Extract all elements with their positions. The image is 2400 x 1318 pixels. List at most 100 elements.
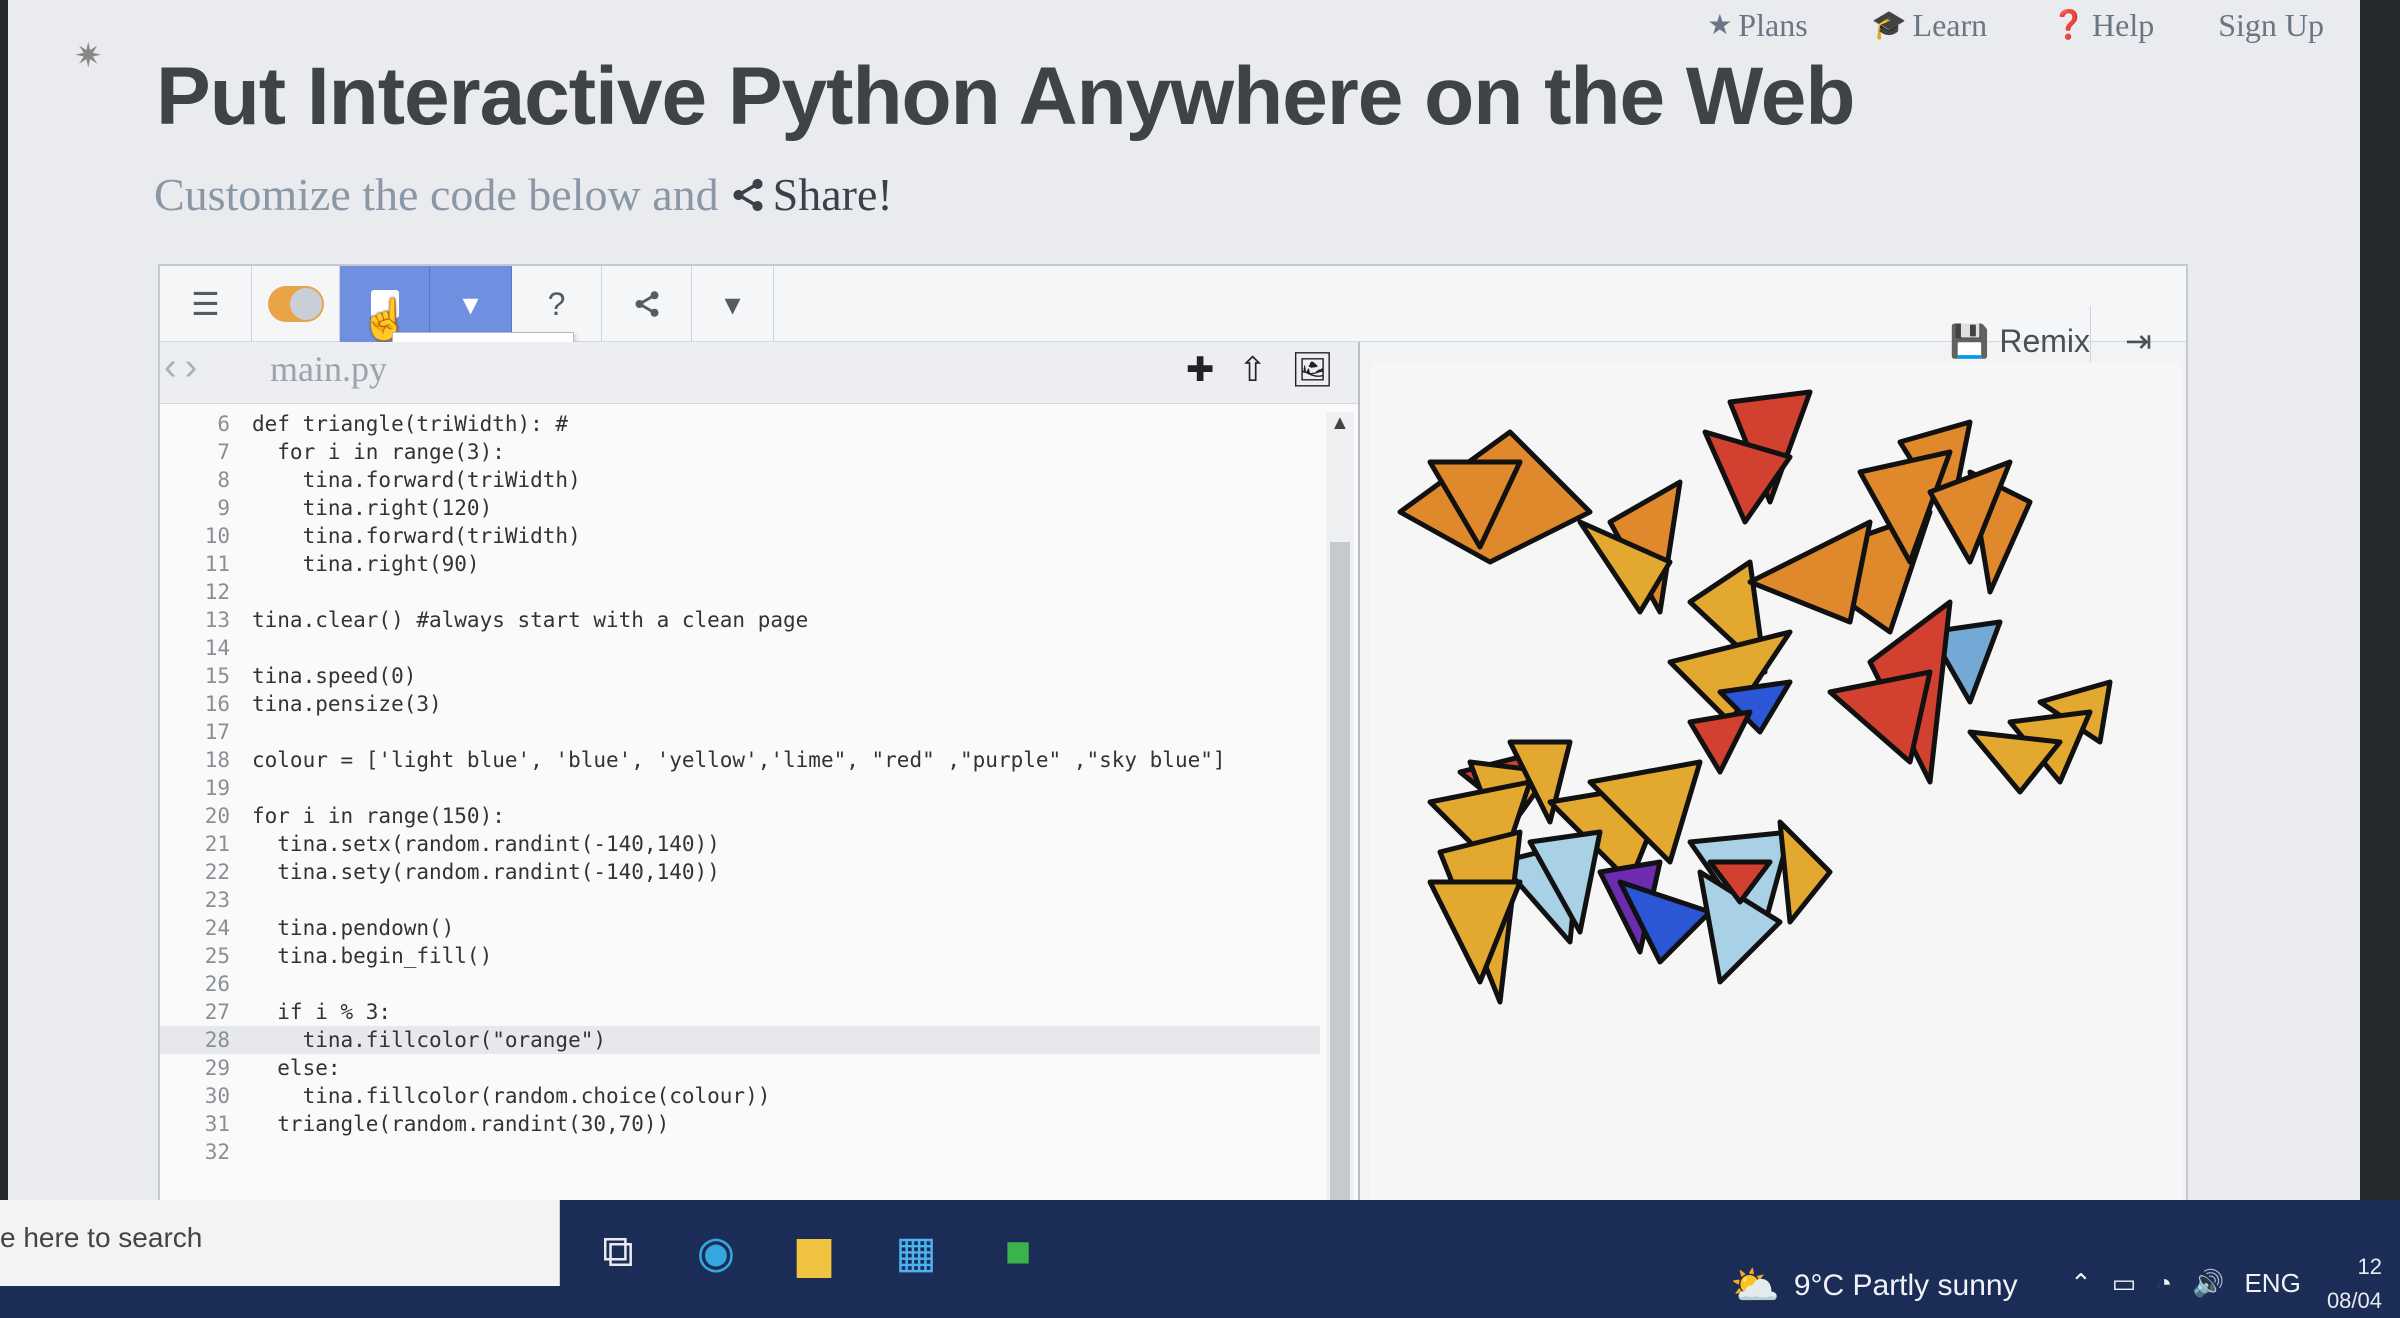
line-number: 28 — [204, 1028, 230, 1052]
nav-signup[interactable]: Sign Up — [2218, 7, 2324, 44]
line-number: 25 — [204, 944, 230, 968]
speaker-icon[interactable]: 🔊 — [2192, 1268, 2224, 1299]
clock-date: 08/04 — [2326, 1288, 2382, 1313]
weather-text: 9°C Partly sunny — [1793, 1268, 2018, 1302]
file-explorer-icon[interactable]: ▆ — [782, 1220, 846, 1284]
code-line[interactable]: 15 tina.speed(0) — [160, 662, 1320, 690]
line-source: tina.pensize(3) — [252, 692, 442, 716]
line-source: tina.right(120) — [252, 496, 493, 520]
line-number: 6 — [217, 412, 230, 436]
code-line[interactable]: 28 tina.fillcolor("orange") — [160, 1026, 1320, 1054]
code-line[interactable]: 23 — [160, 886, 1320, 914]
language-indicator[interactable]: ENG — [2244, 1268, 2300, 1299]
toggle-view-button[interactable] — [252, 266, 340, 342]
microsoft-store-icon[interactable]: ▦ — [884, 1220, 948, 1284]
turtle-output-canvas — [1370, 362, 2182, 1242]
page-title: Put Interactive Python Anywhere on the W… — [156, 51, 1855, 142]
code-line[interactable]: 10 tina.forward(triWidth) — [160, 522, 1320, 550]
code-scrollbar[interactable]: ▲ — [1326, 412, 1354, 1234]
file-tab-main[interactable]: main.py — [270, 348, 387, 390]
hamburger-icon: ☰ — [191, 286, 220, 322]
code-pane: ‹› main.py ✚ ⇧ 🖼 6 def triangle(triWidth)… — [160, 342, 1360, 1244]
code-line[interactable]: 8 tina.forward(triWidth) — [160, 466, 1320, 494]
code-line[interactable]: 26 — [160, 970, 1320, 998]
line-number: 7 — [217, 440, 230, 464]
wifi-icon[interactable]: ◔ — [2156, 1268, 2172, 1299]
code-line[interactable]: 7 for i in range(3): — [160, 438, 1320, 466]
line-source: tina.pendown() — [252, 916, 455, 940]
code-line[interactable]: 16 tina.pensize(3) — [160, 690, 1320, 718]
code-line[interactable]: 14 — [160, 634, 1320, 662]
line-number: 12 — [204, 580, 230, 604]
subtitle-text: Customize the code below and — [154, 169, 719, 220]
battery-icon[interactable]: ▭ — [2112, 1268, 2137, 1299]
upload-icon[interactable]: ⇧ — [1238, 350, 1267, 390]
edge-browser-icon[interactable]: ◉ — [684, 1220, 748, 1284]
code-line[interactable]: 6 def triangle(triWidth): # — [160, 410, 1320, 438]
subtitle-share-label: Share! — [772, 169, 893, 220]
star-icon: ★ — [1707, 10, 1733, 41]
code-line[interactable]: 24 tina.pendown() — [160, 914, 1320, 942]
subtitle-share[interactable]: Share! — [729, 168, 893, 221]
code-line[interactable]: 30 tina.fillcolor(random.choice(colour)) — [160, 1082, 1320, 1110]
line-number: 8 — [217, 468, 230, 492]
line-source: for i in range(150): — [252, 804, 505, 828]
code-line[interactable]: 21 tina.setx(random.randint(-140,140)) — [160, 830, 1320, 858]
weather-widget[interactable]: ⛅ 9°C Partly sunny — [1730, 1262, 2018, 1309]
code-line[interactable]: 31 triangle(random.randint(30,70)) — [160, 1110, 1320, 1138]
line-number: 15 — [204, 664, 230, 688]
line-number: 17 — [204, 720, 230, 744]
scroll-up-icon[interactable]: ▲ — [1330, 412, 1350, 435]
code-line[interactable]: 11 tina.right(90) — [160, 550, 1320, 578]
code-line[interactable]: 19 — [160, 774, 1320, 802]
browser-viewport: ✷ ★ Plans 🎓 Learn ❓ Help Sign Up Put Int… — [8, 0, 2360, 1318]
menu-button[interactable]: ☰ — [160, 266, 252, 342]
nav-plans-label: Plans — [1738, 6, 1808, 43]
run-options-dropdown[interactable]: ▾ — [430, 266, 512, 342]
nav-signup-label: Sign Up — [2218, 6, 2324, 43]
scroll-thumb[interactable] — [1330, 542, 1350, 1222]
code-line[interactable]: 9 tina.right(120) — [160, 494, 1320, 522]
tab-nav-arrows-icon[interactable]: ‹› — [164, 346, 205, 389]
line-source: tina.right(90) — [252, 552, 480, 576]
bug-icon: ✷ — [74, 37, 103, 75]
chevron-up-icon[interactable]: ⌃ — [2070, 1268, 2092, 1299]
file-tab-bar: ‹› main.py ✚ ⇧ 🖼 — [160, 342, 1358, 404]
taskbar-search[interactable]: e here to search — [0, 1200, 560, 1286]
code-line[interactable]: 29 else: — [160, 1054, 1320, 1082]
line-source: for i in range(3): — [252, 440, 505, 464]
chat-app-icon[interactable]: ■ — [986, 1220, 1050, 1284]
system-tray: ⌃ ▭ ◔ 🔊 ENG — [2070, 1268, 2301, 1299]
line-number: 29 — [204, 1056, 230, 1080]
add-file-icon[interactable]: ✚ — [1186, 350, 1215, 390]
line-number: 27 — [204, 1000, 230, 1024]
taskbar-clock[interactable]: 12 08/04 — [2327, 1250, 2382, 1318]
nav-learn[interactable]: 🎓 Learn — [1872, 7, 1987, 44]
line-number: 24 — [204, 916, 230, 940]
code-line[interactable]: 17 — [160, 718, 1320, 746]
line-number: 13 — [204, 608, 230, 632]
code-line[interactable]: 32 — [160, 1138, 1320, 1166]
toggle-icon — [267, 286, 324, 322]
share-button[interactable] — [602, 266, 692, 342]
code-line[interactable]: 25 tina.begin_fill() — [160, 942, 1320, 970]
editor-toolbar: ☰ ▾ ? ▾ ☝ Stop program. — [160, 266, 2186, 376]
code-line[interactable]: 20 for i in range(150): — [160, 802, 1320, 830]
nav-plans[interactable]: ★ Plans — [1707, 7, 1807, 44]
line-source: if i % 3: — [252, 1000, 392, 1024]
code-line[interactable]: 12 — [160, 578, 1320, 606]
code-line[interactable]: 18 colour = ['light blue', 'blue', 'yello… — [160, 746, 1320, 774]
nav-learn-label: Learn — [1912, 6, 1988, 43]
trinket-editor: ☰ ▾ ? ▾ ☝ Stop program. — [158, 264, 2188, 1244]
code-line[interactable]: 27 if i % 3: — [160, 998, 1320, 1026]
share-options-dropdown[interactable]: ▾ — [692, 266, 774, 342]
partly-sunny-icon: ⛅ — [1730, 1264, 1780, 1308]
image-library-icon[interactable]: 🖼 — [1291, 350, 1334, 390]
task-view-icon[interactable]: ⧉ — [586, 1220, 650, 1284]
graduation-cap-icon: 🎓 — [1871, 10, 1907, 41]
code-line[interactable]: 13 tina.clear() #always start with a clea… — [160, 606, 1320, 634]
chevron-down-icon: ▾ — [724, 286, 741, 322]
code-line[interactable]: 22 tina.sety(random.randint(-140,140)) — [160, 858, 1320, 886]
nav-help[interactable]: ❓ Help — [2051, 7, 2154, 44]
help-button[interactable]: ? — [512, 266, 602, 342]
